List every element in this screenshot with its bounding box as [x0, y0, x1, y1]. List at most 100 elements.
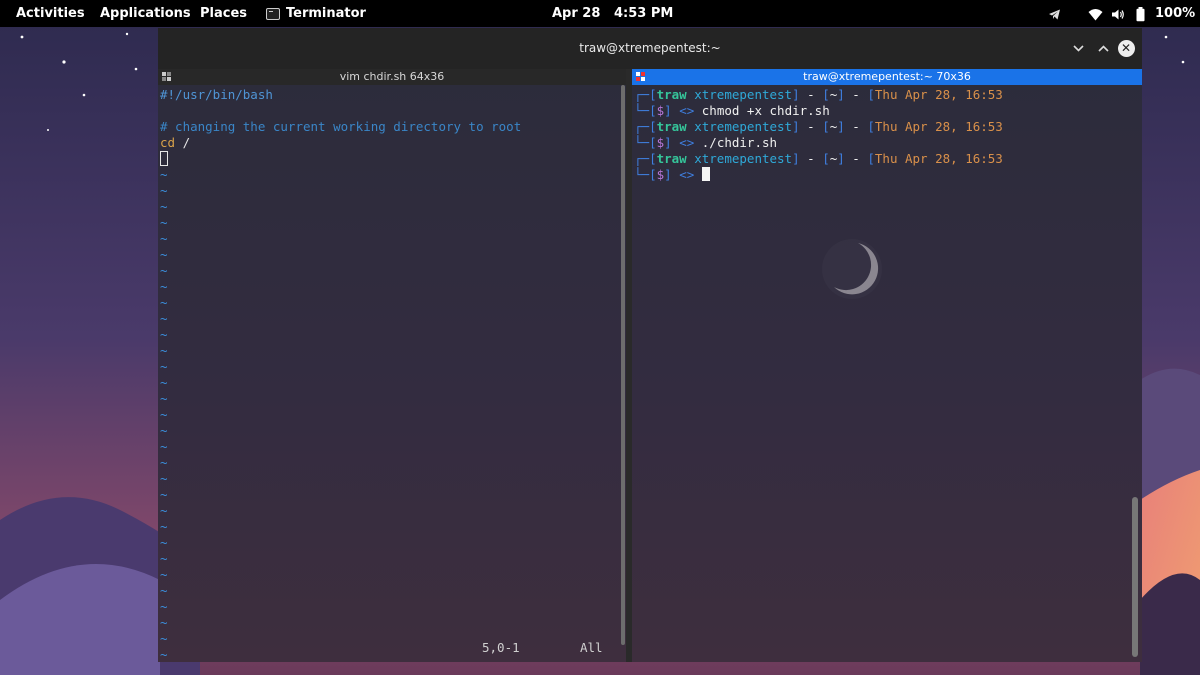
vim-empty-line-tilde: ~ [160, 263, 168, 278]
prompt-host: xtremepentest [694, 151, 793, 166]
minimize-button[interactable] [1068, 38, 1088, 58]
prompt-bracket: [ [822, 87, 830, 102]
shell-command-line[interactable]: └─[$] <> [634, 167, 710, 183]
prompt-user: traw [656, 119, 687, 134]
vim-line-4[interactable]: cd / [160, 135, 190, 151]
prompt-arrow: <> [679, 103, 695, 118]
prompt-user: traw [656, 151, 687, 166]
battery-percent[interactable]: 100% [1155, 6, 1195, 22]
volume-icon[interactable] [1111, 5, 1125, 23]
prompt-corner: └─ [634, 167, 650, 182]
prompt-dollar: $ [656, 135, 665, 150]
prompt-bracket: [ [649, 103, 657, 118]
terminal-grid-icon[interactable] [162, 72, 172, 82]
telegram-icon[interactable] [1048, 5, 1061, 23]
prompt-bracket: ] [837, 87, 845, 102]
vim-empty-line-tilde: ~ [160, 615, 168, 630]
prompt-bracket: [ [649, 151, 657, 166]
prompt-bracket: [ [822, 151, 830, 166]
pane-title-bar[interactable]: vim chdir.sh 64x36 [158, 69, 626, 85]
vim-empty-line-tilde: ~ [160, 407, 168, 422]
vim-empty-line-tilde: ~ [160, 631, 168, 646]
vim-empty-line-tilde: ~ [160, 455, 168, 470]
prompt-bracket: [ [867, 151, 875, 166]
vim-line-1[interactable]: #!/usr/bin/bash [160, 87, 273, 103]
prompt-corner: ┌─ [634, 87, 650, 102]
window-title: traw@xtremepentest:~ [579, 41, 721, 55]
vim-empty-line-tilde: ~ [160, 183, 168, 198]
pane-title: vim chdir.sh 64x36 [339, 70, 445, 83]
scrollbar[interactable] [1132, 85, 1138, 662]
scrollbar[interactable] [621, 85, 625, 645]
prompt-bracket: [ [649, 87, 657, 102]
prompt-dash: - [844, 87, 868, 102]
terminal-grid-icon[interactable] [636, 72, 646, 82]
vim-empty-line-tilde: ~ [160, 535, 168, 550]
pane-title-bar[interactable]: traw@xtremepentest:~ 70x36 [632, 69, 1142, 85]
shell-command-line[interactable]: └─[$] <> ./chdir.sh [634, 135, 777, 151]
terminal-cursor [701, 167, 710, 181]
prompt-bracket: ] [837, 151, 845, 166]
prompt-bracket: ] [664, 167, 672, 182]
app-name-label: Terminator [286, 6, 366, 21]
prompt-bracket: ] [664, 135, 672, 150]
terminal-pane-shell[interactable]: traw@xtremepentest:~ 70x36 ┌─[traw xtrem… [632, 69, 1142, 662]
prompt-bracket: [ [649, 167, 657, 182]
vim-empty-line-tilde: ~ [160, 231, 168, 246]
top-bar: Activities Applications Places Terminato… [0, 0, 1200, 27]
prompt-date: Thu Apr 28, 16:53 [874, 87, 1003, 102]
terminator-window: traw@xtremepentest:~ ✕ vim chdir.sh 64x3… [158, 28, 1142, 662]
pane-title: traw@xtremepentest:~ 70x36 [803, 70, 971, 83]
close-icon: ✕ [1117, 39, 1135, 57]
shell-command: chmod +x chdir.sh [701, 103, 830, 118]
prompt-bracket: ] [837, 119, 845, 134]
moon-decoration [822, 239, 882, 299]
prompt-bracket: ] [792, 119, 800, 134]
clock-date: Apr 28 [552, 6, 601, 21]
prompt-dash: - [799, 151, 823, 166]
vim-empty-line-tilde: ~ [160, 423, 168, 438]
wifi-icon[interactable] [1088, 5, 1103, 23]
chevron-up-icon [1097, 44, 1109, 52]
clock-time: 4:53 PM [613, 6, 674, 21]
clock[interactable]: Apr 28 4:53 PM [552, 6, 673, 22]
shell-prompt-header: ┌─[traw xtremepentest] - [~] - [Thu Apr … [634, 87, 1003, 103]
vim-empty-line-tilde: ~ [160, 487, 168, 502]
prompt-host: xtremepentest [694, 119, 793, 134]
prompt-bracket: [ [649, 119, 657, 134]
vim-empty-line-tilde: ~ [160, 503, 168, 518]
prompt-bracket: [ [649, 135, 657, 150]
vim-empty-line-tilde: ~ [160, 279, 168, 294]
prompt-host: xtremepentest [694, 87, 793, 102]
battery-icon[interactable] [1136, 5, 1145, 23]
activities-button[interactable]: Activities [16, 6, 85, 22]
vim-empty-line-tilde: ~ [160, 199, 168, 214]
places-menu[interactable]: Places [200, 6, 247, 22]
prompt-dollar: $ [656, 103, 665, 118]
prompt-dash: - [799, 87, 823, 102]
vim-cursor [160, 151, 168, 166]
vim-empty-line-tilde: ~ [160, 599, 168, 614]
vim-line-3[interactable]: # changing the current working directory… [160, 119, 521, 135]
prompt-user: traw [656, 87, 687, 102]
vim-empty-line-tilde: ~ [160, 551, 168, 566]
window-titlebar[interactable]: traw@xtremepentest:~ ✕ [158, 28, 1142, 69]
vim-empty-line-tilde: ~ [160, 343, 168, 358]
prompt-date: Thu Apr 28, 16:53 [874, 119, 1003, 134]
terminal-icon [266, 8, 280, 20]
scrollbar-thumb[interactable] [1132, 497, 1138, 657]
terminal-pane-vim[interactable]: vim chdir.sh 64x36 #!/usr/bin/bash # cha… [158, 69, 626, 662]
app-menu-terminator[interactable]: Terminator [266, 6, 366, 22]
vim-empty-line-tilde: ~ [160, 359, 168, 374]
vim-empty-line-tilde: ~ [160, 439, 168, 454]
shell-prompt-header: ┌─[traw xtremepentest] - [~] - [Thu Apr … [634, 119, 1003, 135]
prompt-bracket: ] [792, 87, 800, 102]
prompt-corner: └─ [634, 135, 650, 150]
shell-command-line[interactable]: └─[$] <> chmod +x chdir.sh [634, 103, 830, 119]
maximize-button[interactable] [1093, 38, 1113, 58]
vim-empty-line-tilde: ~ [160, 647, 168, 662]
close-button[interactable]: ✕ [1116, 38, 1136, 58]
applications-menu[interactable]: Applications [100, 6, 191, 22]
